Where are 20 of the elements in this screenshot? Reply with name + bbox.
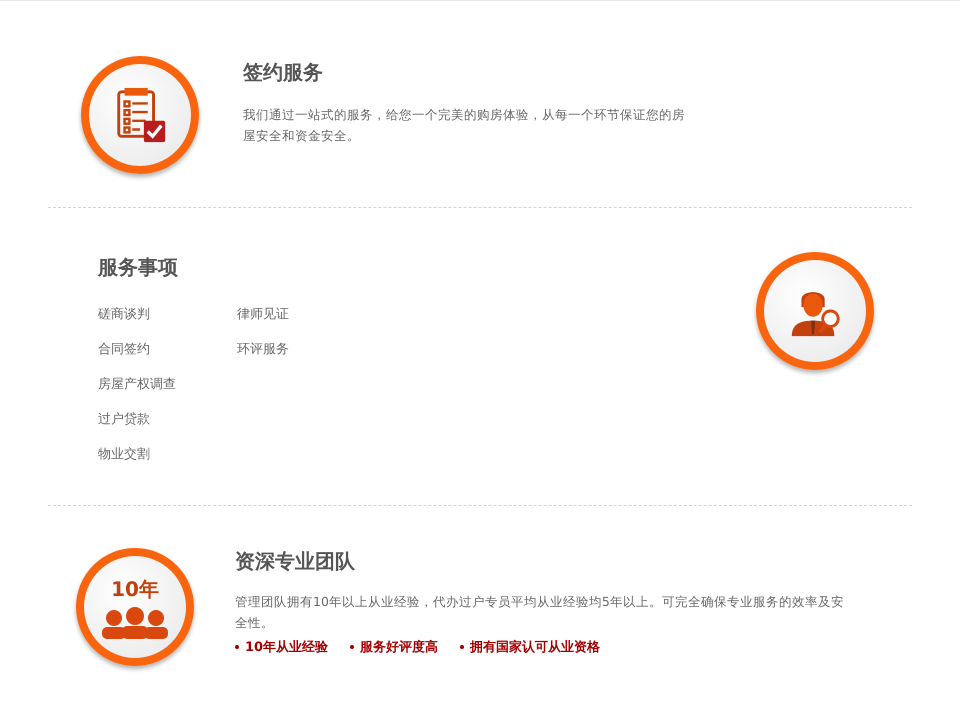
section-description: 我们通过一站式的服务，给您一个完美的购房体验，从每一个环节保证您的房屋安全和资金安全。 (243, 106, 686, 145)
section-description: 管理团队拥有10年以上从业经验，代办过户专员平均从业经验均5年以上。可完全确保专业服务的效率及安全性。 (235, 593, 845, 632)
highlight-text: 拥有国家认可从业资格 (470, 638, 600, 656)
service-item: 合同签约 (98, 341, 151, 359)
bullet-icon (350, 645, 354, 649)
team-icon (100, 604, 170, 638)
section-title: 签约服务 (243, 59, 324, 86)
highlight-text: 服务好评度高 (360, 638, 438, 656)
service-item: 物业交割 (98, 446, 151, 464)
service-item: 磋商谈判 (98, 306, 151, 324)
highlight-text: 10年从业经验 (245, 639, 328, 656)
service-item: 过户贷款 (98, 411, 151, 429)
years-label: 10年 (111, 576, 159, 602)
service-item: 房屋产权调查 (98, 376, 177, 394)
service-item: 环评服务 (237, 341, 290, 359)
section-title: 资深专业团队 (235, 548, 356, 575)
bullet-icon (460, 645, 464, 649)
bullet-icon (235, 645, 239, 649)
section-title: 服务事项 (98, 254, 179, 281)
service-item: 律师见证 (237, 306, 290, 324)
